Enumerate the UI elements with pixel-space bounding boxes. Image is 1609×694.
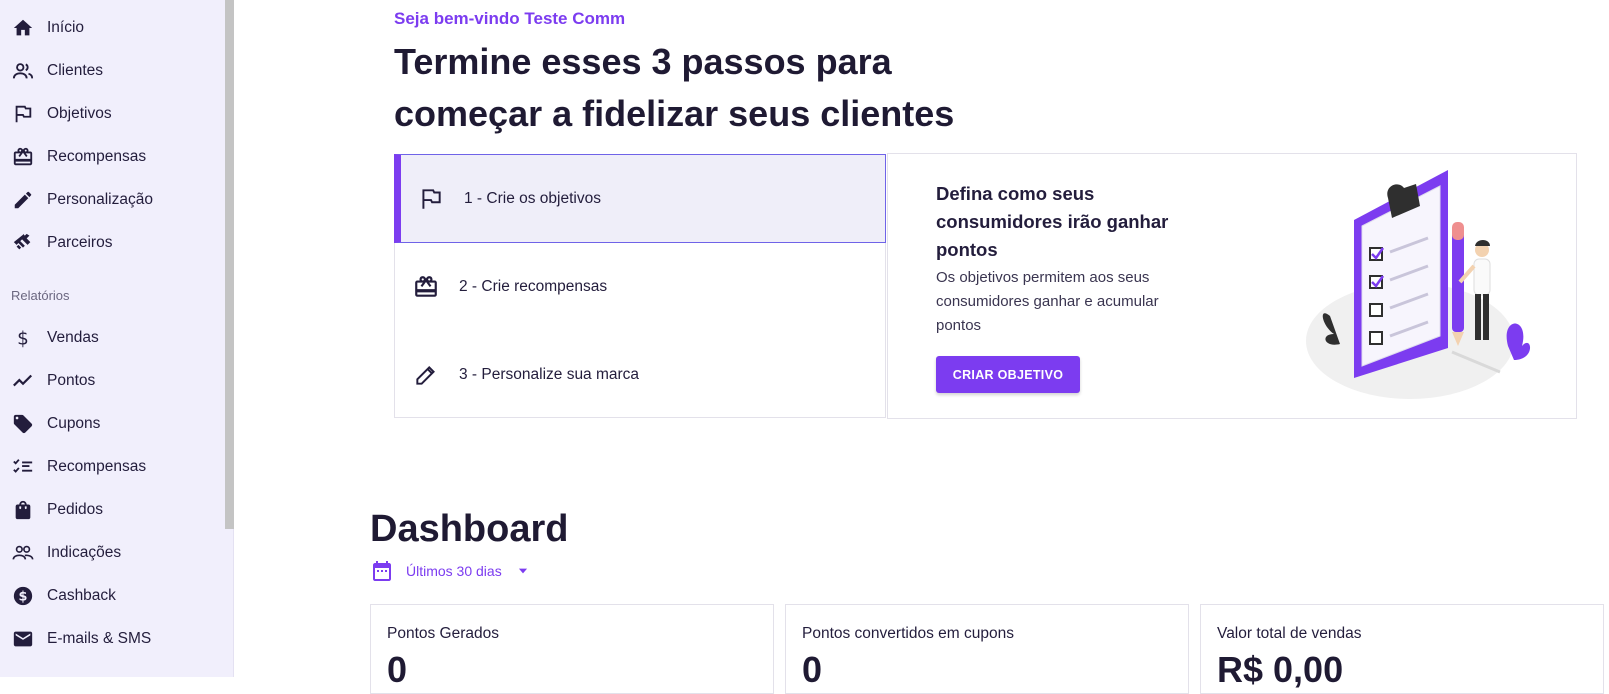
stat-card-total-sales: Valor total de vendas R$ 0,00: [1200, 604, 1604, 694]
sidebar-item-label: Pedidos: [47, 501, 104, 518]
mail-icon: [12, 628, 34, 650]
date-range-label: Últimos 30 dias: [406, 563, 502, 579]
stat-value: 0: [387, 649, 408, 690]
coin-dollar-icon: $: [12, 585, 34, 607]
sidebar-item-relatorio-recompensas[interactable]: Recompensas: [0, 449, 222, 485]
stat-value: 0: [802, 649, 823, 690]
dollar-icon: $: [12, 327, 34, 349]
sidebar-item-personalizacao[interactable]: Personalização: [0, 182, 222, 218]
sidebar-item-recompensas[interactable]: Recompensas: [0, 139, 222, 175]
step-create-rewards[interactable]: 2 - Crie recompensas: [395, 243, 885, 331]
trending-icon: [12, 370, 34, 392]
gift-card-icon: [413, 274, 439, 300]
onboarding-headline: Termine esses 3 passos para começar a fi…: [394, 41, 955, 134]
stat-label: Pontos convertidos em cupons: [802, 625, 1014, 642]
svg-text:$: $: [19, 590, 28, 605]
sidebar-item-cashback[interactable]: $ Cashback: [0, 578, 222, 614]
welcome-message: Seja bem-vindo Teste Comm: [394, 9, 626, 28]
sidebar-item-parceiros[interactable]: Parceiros: [0, 225, 222, 261]
stat-card-points-converted: Pontos convertidos em cupons 0: [785, 604, 1189, 694]
sidebar-item-label: Vendas: [47, 329, 99, 346]
step-create-objectives[interactable]: 1 - Crie os objetivos: [394, 154, 886, 243]
step-detail-panel: Defina como seus consumidores irão ganha…: [887, 153, 1577, 419]
sidebar-item-pontos[interactable]: Pontos: [0, 363, 222, 399]
pencil-icon: [413, 362, 439, 388]
sidebar-item-vendas[interactable]: $ Vendas: [0, 320, 222, 356]
stat-label: Valor total de vendas: [1217, 625, 1362, 642]
pencil-icon: [12, 189, 34, 211]
sidebar-item-label: Personalização: [47, 191, 153, 208]
sidebar-item-objetivos[interactable]: Objetivos: [0, 96, 222, 132]
sidebar-item-label: Clientes: [47, 62, 103, 79]
reports-section-label: Relatórios: [11, 288, 70, 303]
sidebar-item-label: Pontos: [47, 372, 96, 389]
group-icon: [12, 542, 34, 564]
step-detail-description: Os objetivos permitem aos seus consumido…: [936, 269, 1159, 334]
flag-icon: [12, 103, 34, 125]
step-customize-brand[interactable]: 3 - Personalize sua marca: [395, 331, 885, 419]
sidebar-item-label: Cashback: [47, 587, 116, 604]
dashboard-title: Dashboard: [370, 508, 569, 550]
sidebar-item-inicio[interactable]: Início: [0, 10, 222, 46]
step-label: 3 - Personalize sua marca: [459, 366, 640, 383]
create-objective-button[interactable]: CRIAR OBJETIVO: [936, 356, 1080, 393]
date-range-selector[interactable]: Últimos 30 dias: [370, 558, 530, 584]
tag-icon: [12, 413, 34, 435]
sidebar-item-indicacoes[interactable]: Indicações: [0, 535, 222, 571]
calendar-icon: [373, 561, 391, 581]
svg-text:$: $: [17, 328, 29, 349]
stat-value: R$ 0,00: [1217, 649, 1344, 690]
sidebar-item-label: Parceiros: [47, 234, 113, 251]
gift-card-icon: [12, 146, 34, 168]
sidebar-item-cupons[interactable]: Cupons: [0, 406, 222, 442]
checklist-icon: [12, 456, 34, 478]
sidebar-item-clientes[interactable]: Clientes: [0, 53, 222, 89]
sidebar: Início Clientes Objetivos Recompensas Pe…: [0, 0, 234, 677]
flag-icon: [418, 186, 444, 212]
sidebar-item-pedidos[interactable]: Pedidos: [0, 492, 222, 528]
sidebar-item-label: Indicações: [47, 544, 122, 561]
chevron-down-icon: [518, 568, 527, 574]
clipboard-illustration: [1306, 170, 1531, 399]
sidebar-item-label: Cupons: [47, 415, 101, 432]
stat-label: Pontos Gerados: [387, 625, 500, 642]
shopping-bag-icon: [12, 499, 34, 521]
step-label: 2 - Crie recompensas: [459, 278, 608, 295]
sidebar-item-label: E-mails & SMS: [47, 630, 152, 647]
onboarding-steps-list: 1 - Crie os objetivos 2 - Crie recompens…: [394, 154, 886, 418]
sidebar-scrollbar[interactable]: [225, 0, 234, 529]
sidebar-item-label: Recompensas: [47, 458, 147, 475]
sidebar-item-label: Início: [47, 19, 85, 36]
users-icon: [12, 60, 34, 82]
sidebar-item-label: Recompensas: [47, 148, 147, 165]
stat-card-points-generated: Pontos Gerados 0: [370, 604, 774, 694]
step-detail-title: Defina como seus consumidores irão ganha…: [936, 183, 1169, 260]
sidebar-item-label: Objetivos: [47, 105, 112, 122]
home-icon: [12, 17, 34, 39]
handshake-icon: [12, 232, 34, 254]
sidebar-item-emails-sms[interactable]: E-mails & SMS: [0, 621, 222, 657]
step-label: 1 - Crie os objetivos: [464, 190, 601, 207]
